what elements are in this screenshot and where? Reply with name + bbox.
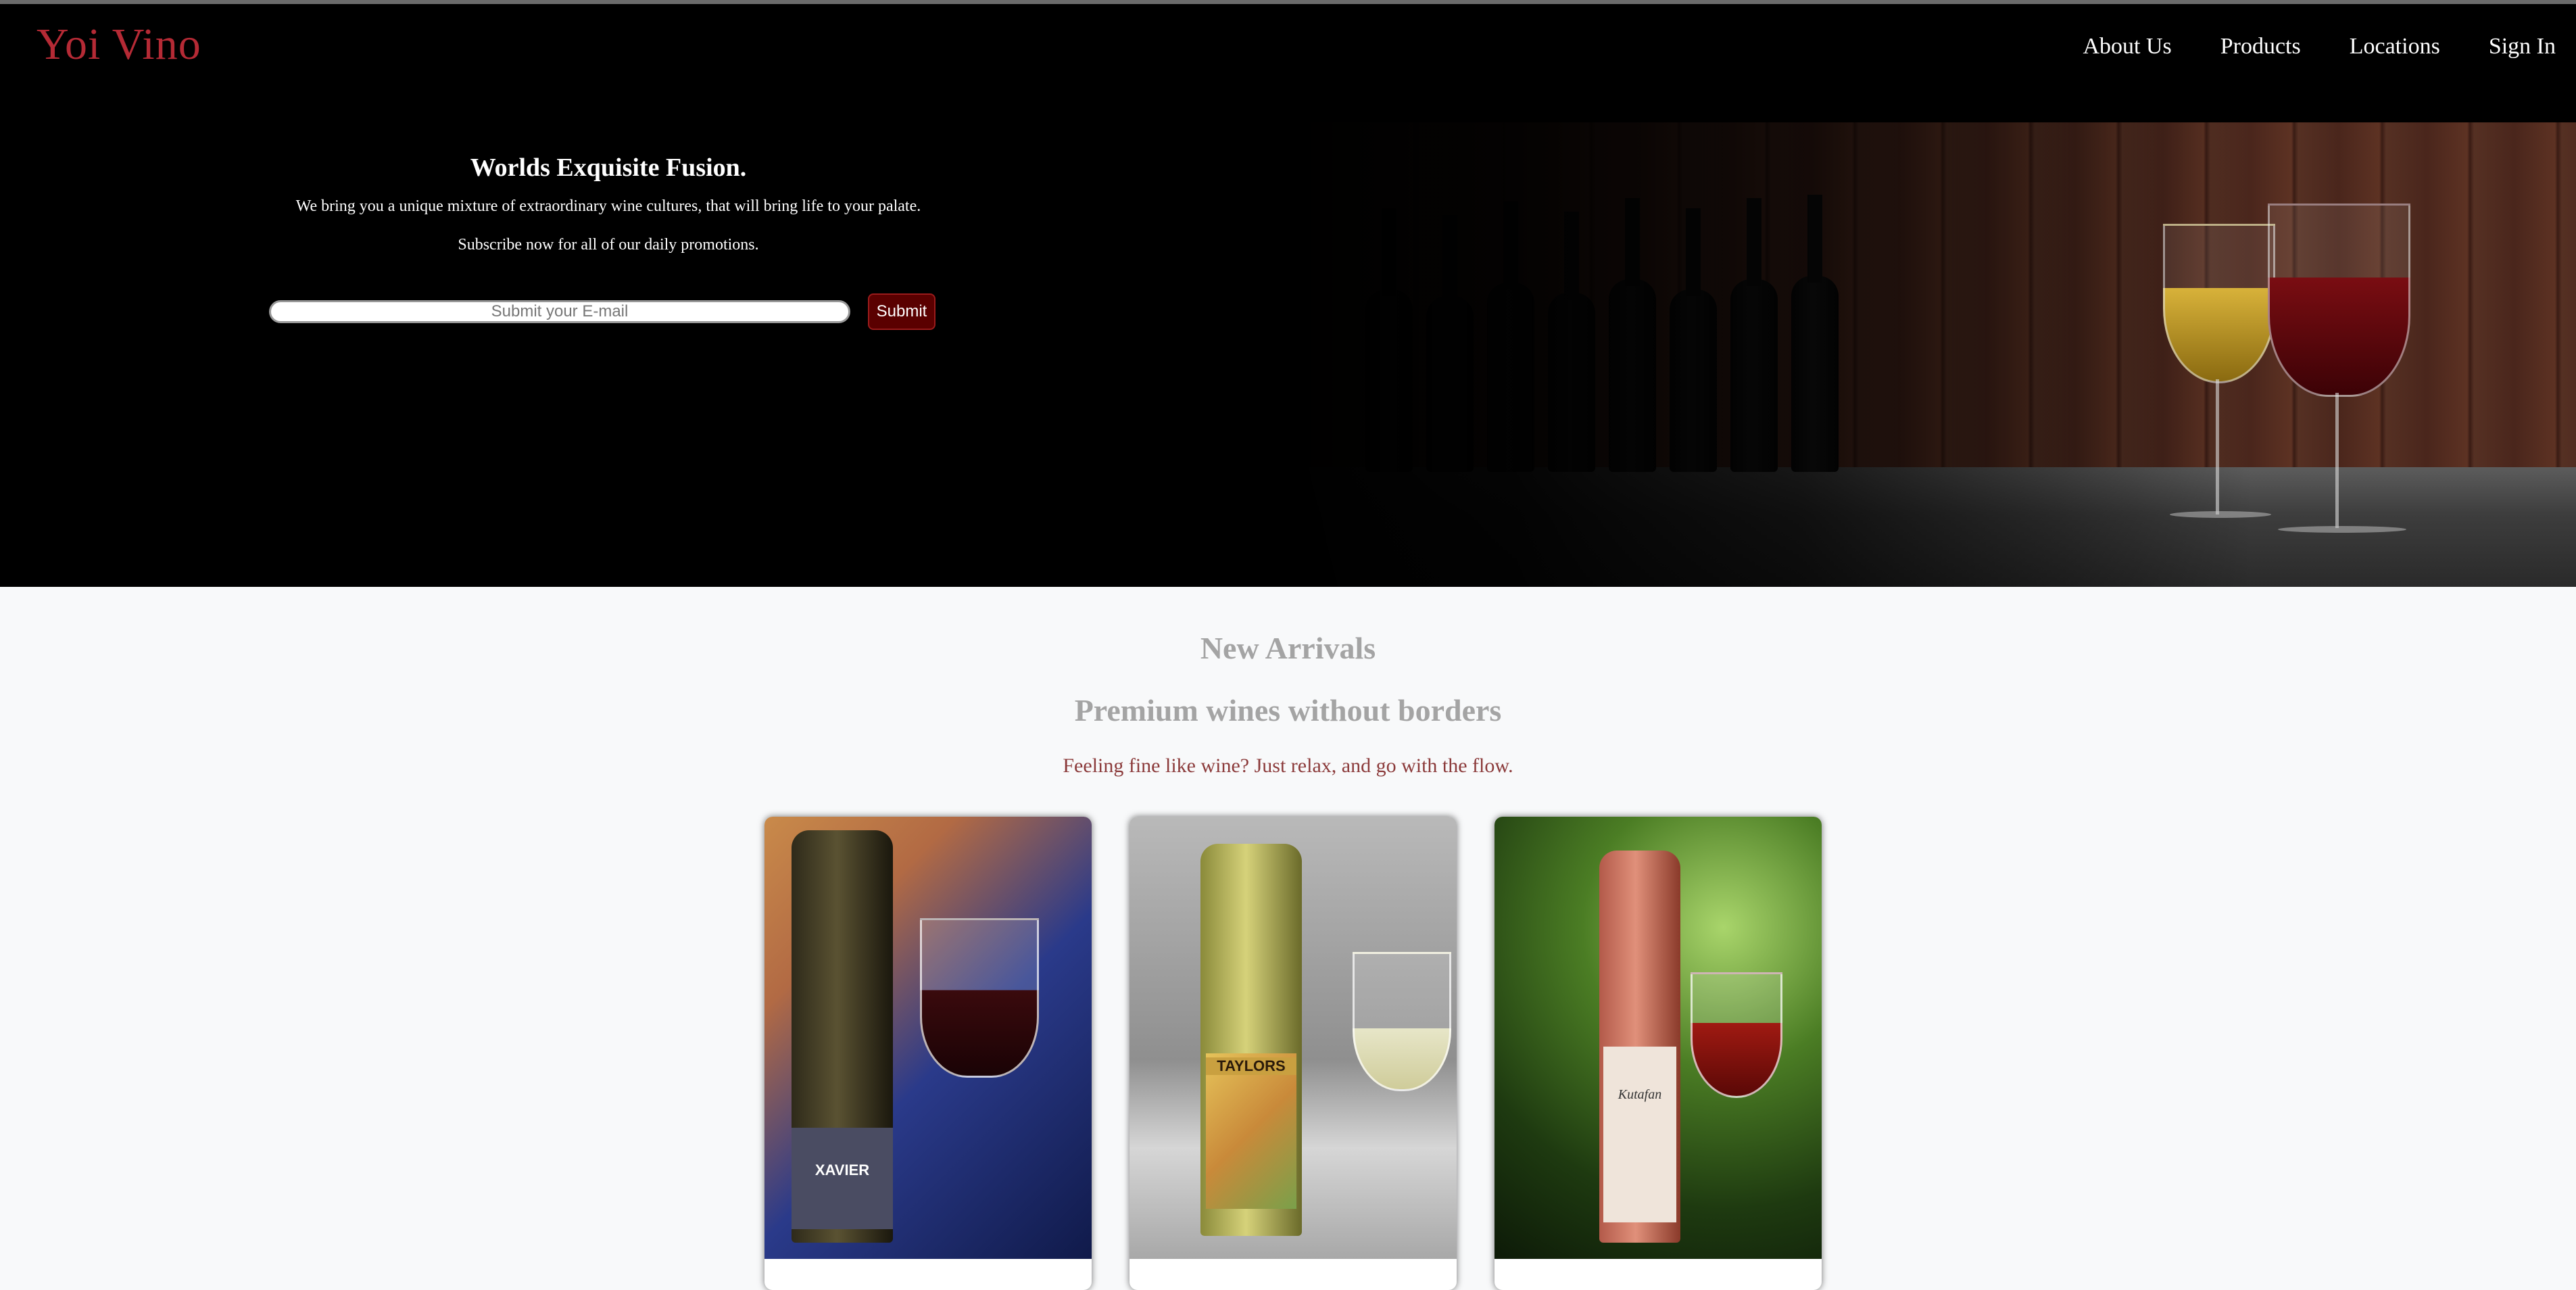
product-card[interactable]: XAVIER (764, 817, 1092, 1290)
hero-copy: Worlds Exquisite Fusion. We bring you a … (243, 153, 973, 274)
new-arrivals-section: New Arrivals Premium wines without borde… (0, 587, 2576, 1290)
hero-title: Worlds Exquisite Fusion. (470, 153, 747, 182)
section-subheading: Premium wines without borders (1074, 693, 1502, 727)
nav-link-locations[interactable]: Locations (2350, 34, 2440, 59)
glass-base (2278, 526, 2406, 533)
red-wine-glass (2268, 204, 2410, 397)
wine-glass (920, 918, 1039, 1078)
bottle-label-panel: Kutafan (1603, 1047, 1676, 1222)
hero-description: We bring you a unique mixture of extraor… (295, 197, 921, 215)
wine-glass (1353, 952, 1451, 1091)
email-input[interactable] (269, 300, 850, 323)
glass-stem (2335, 393, 2339, 528)
nav-link-products[interactable]: Products (2220, 34, 2301, 59)
nav-link-about-us[interactable]: About Us (2083, 34, 2171, 59)
hero-banner: Yoi Vino About Us Products Locations Sig… (0, 4, 2576, 587)
glass-stem (2216, 379, 2219, 515)
main-nav: About Us Products Locations Sign In (2034, 34, 2556, 59)
bottle-shape: XAVIER (792, 830, 893, 1243)
bottle-label-text: TAYLORS (1206, 1057, 1296, 1075)
bottle-shape: TAYLORS (1200, 844, 1302, 1236)
bottle-label-panel: TAYLORS (1206, 1053, 1296, 1209)
glass-base (2170, 511, 2271, 518)
hero-wine-image (1284, 122, 2576, 587)
section-heading: New Arrivals (1200, 631, 1376, 665)
bottle-label-text: XAVIER (815, 1162, 870, 1178)
wine-glass (1691, 972, 1782, 1098)
section-tagline: Feeling fine like wine? Just relax, and … (1063, 755, 1513, 777)
product-image: Kutafan (1494, 817, 1822, 1259)
hero-subscribe-text: Subscribe now for all of our daily promo… (458, 236, 759, 254)
bottle-label-panel: XAVIER (792, 1128, 893, 1229)
bottle-label-text: Kutafan (1618, 1087, 1662, 1102)
white-wine-glass (2163, 224, 2275, 383)
product-card[interactable]: Kutafan (1494, 817, 1822, 1290)
bottle-shape: Kutafan (1599, 851, 1680, 1243)
nav-link-sign-in[interactable]: Sign In (2489, 34, 2556, 59)
product-image: XAVIER (764, 817, 1092, 1259)
product-card[interactable]: TAYLORS (1129, 817, 1457, 1290)
product-image: TAYLORS (1129, 817, 1457, 1259)
submit-button[interactable]: Submit (868, 293, 935, 330)
site-logo[interactable]: Yoi Vino (37, 19, 201, 70)
subscribe-form: Submit (269, 293, 935, 330)
